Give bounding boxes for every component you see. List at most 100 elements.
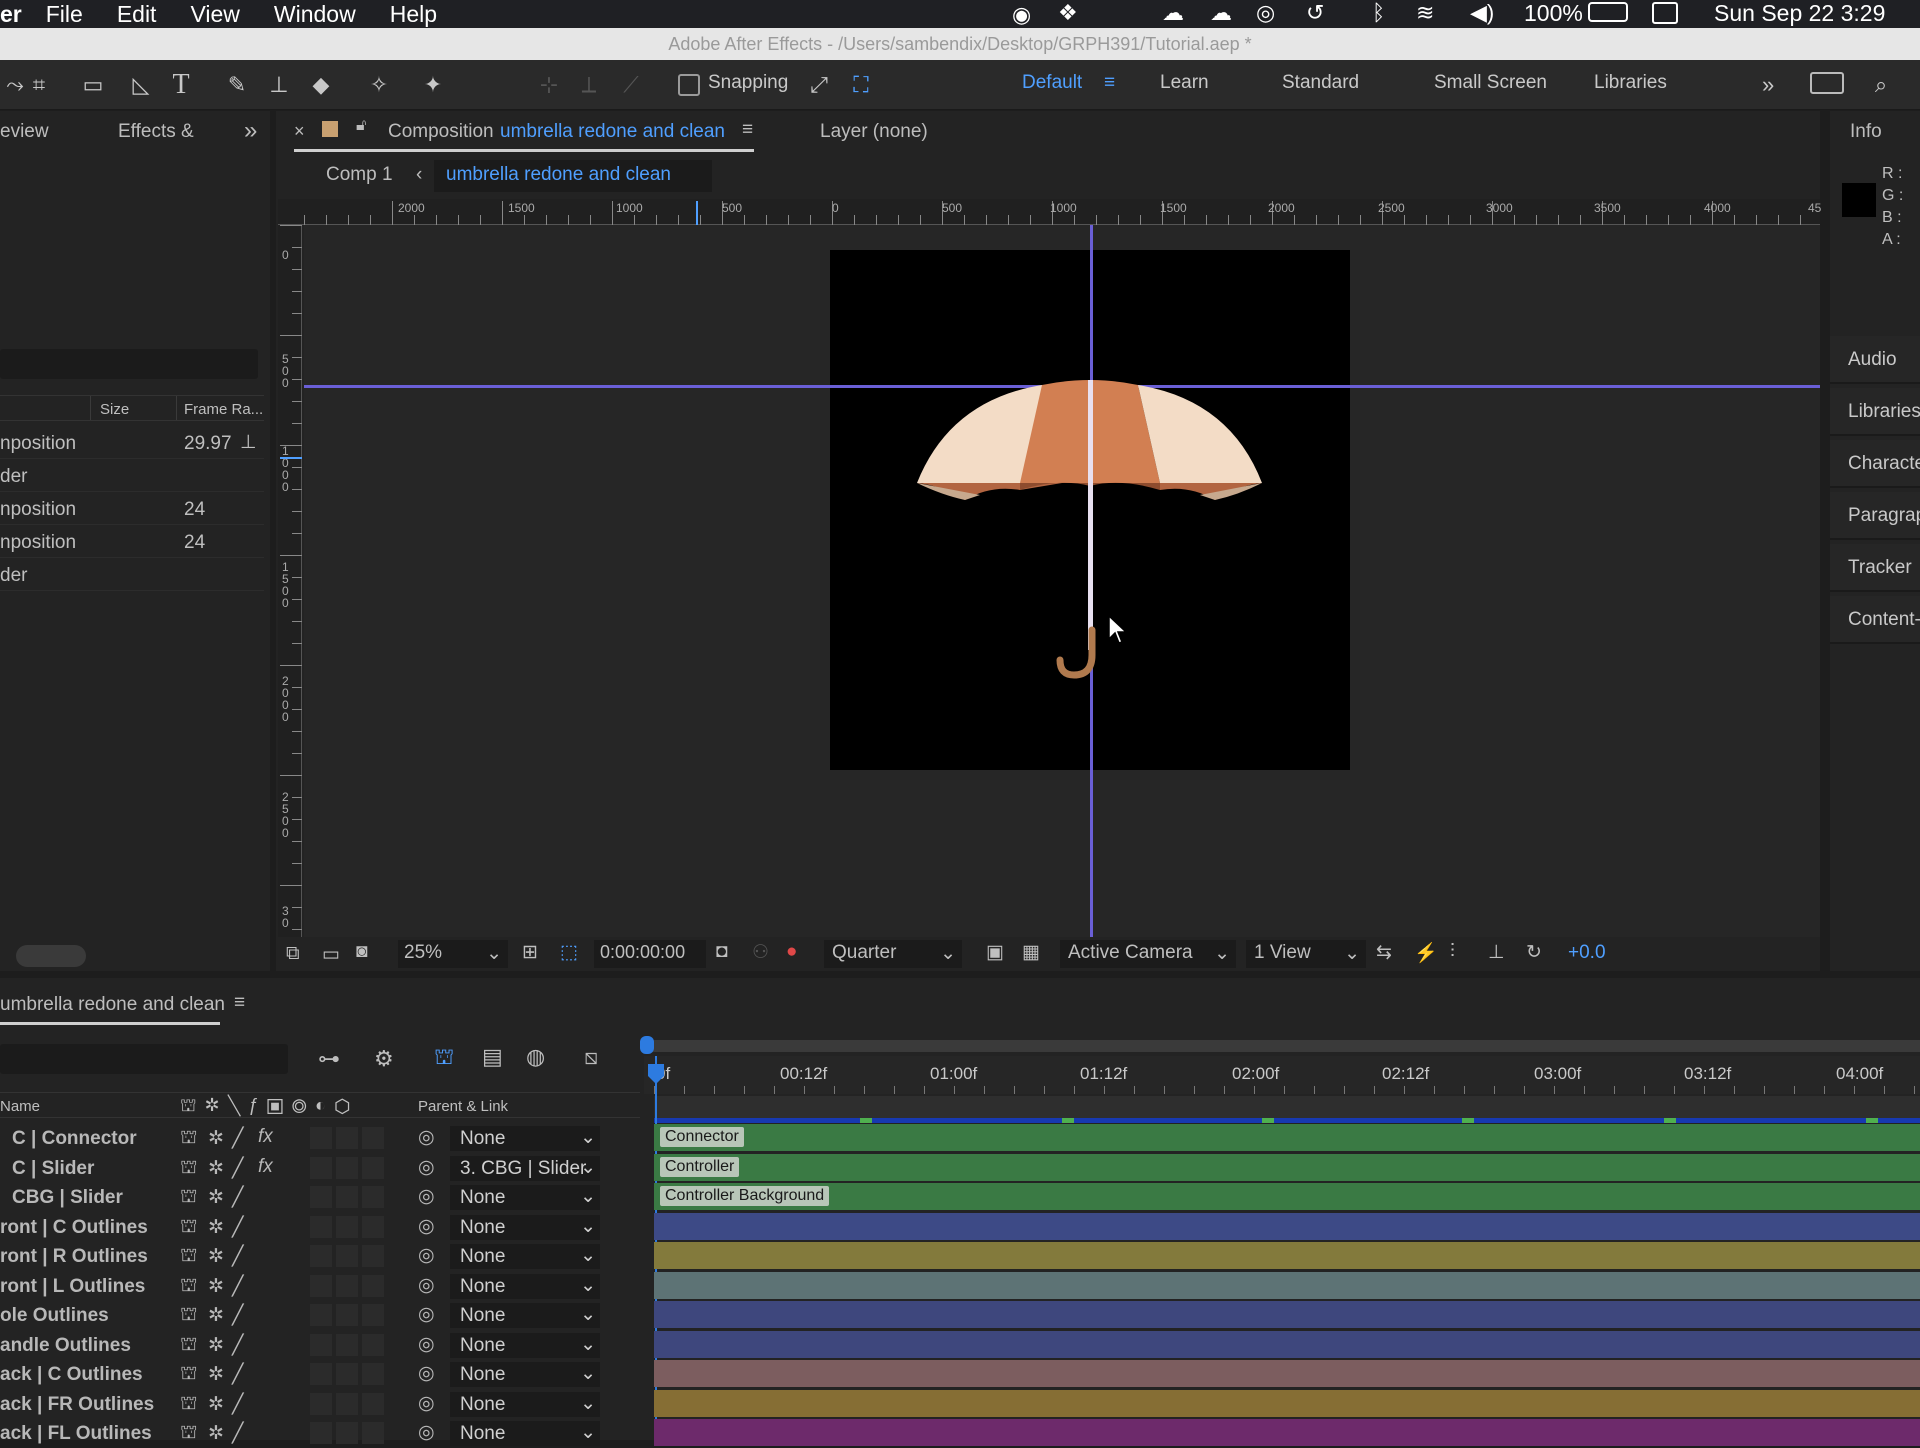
shy-switch-icon[interactable]: ⛫ (180, 1216, 197, 1240)
switch-box[interactable] (362, 1333, 384, 1356)
workspace-overflow-icon[interactable]: » (1762, 72, 1774, 98)
calendar-icon[interactable] (1652, 2, 1678, 24)
col-framerate[interactable]: Frame Ra... (184, 401, 263, 418)
pick-whip-icon[interactable]: ◎ (418, 1126, 435, 1149)
switch-box[interactable] (336, 1392, 358, 1415)
work-area-start[interactable] (640, 1036, 654, 1054)
timeline-icon[interactable]: ⫶ (1450, 941, 1455, 963)
app-menu[interactable]: er (0, 1, 22, 28)
transparency-grid-icon[interactable]: ▦ (1022, 941, 1040, 964)
snap-feather-icon[interactable]: ⤢ (804, 70, 834, 100)
marker[interactable] (860, 1118, 872, 1123)
menu-help[interactable]: Help (390, 1, 437, 28)
quality-switch-icon[interactable]: ╱ (232, 1275, 243, 1298)
project-item[interactable]: der (0, 462, 264, 492)
switch-box[interactable] (310, 1274, 332, 1297)
menu-edit[interactable]: Edit (117, 1, 157, 28)
snapping-checkbox[interactable] (678, 74, 700, 96)
preview-icon[interactable]: ⧉ (286, 943, 300, 965)
dropbox-icon[interactable]: ❖ (1058, 0, 1078, 26)
creative-cloud-icon[interactable]: ☁ (1162, 0, 1184, 26)
switch-box[interactable] (310, 1156, 332, 1179)
layer-row[interactable]: ront | R Outlines ⛫ ✲ ╱ ◎ None ⌄ (0, 1242, 640, 1271)
side-panel-0[interactable]: Audio (1830, 336, 1920, 384)
collapse-switch-icon[interactable]: ✲ (208, 1216, 224, 1239)
parent-select[interactable]: None ⌄ (450, 1185, 600, 1210)
collapse-switch-icon[interactable]: ✲ (208, 1245, 224, 1268)
collapse-switch-icon[interactable]: ✲ (208, 1275, 224, 1298)
switch-box[interactable] (310, 1392, 332, 1415)
layer-bar[interactable] (654, 1419, 1920, 1446)
bluetooth-icon[interactable]: ᛒ (1372, 0, 1385, 26)
shy-switch-icon[interactable]: ⛫ (180, 1393, 197, 1417)
collapse-switch-icon[interactable]: ✲ (208, 1157, 224, 1180)
snapshot-icon[interactable]: ◘ (716, 941, 727, 963)
layer-row[interactable]: C | Connector ⛫ ✲ ╱ fx ◎ None ⌄ (0, 1124, 640, 1153)
switch-box[interactable] (336, 1304, 358, 1326)
col-parent[interactable]: Parent & Link (418, 1098, 508, 1115)
switch-box[interactable] (336, 1274, 358, 1297)
switch-box[interactable] (336, 1422, 358, 1444)
marker[interactable] (1062, 1118, 1074, 1123)
layer-row[interactable]: ole Outlines ⛫ ✲ ╱ ◎ None ⌄ (0, 1301, 640, 1330)
record-icon[interactable]: ◉ (1012, 2, 1031, 28)
parent-select[interactable]: None ⌄ (450, 1332, 600, 1358)
camera-select[interactable]: Active Camera ⌄ (1060, 940, 1236, 968)
switch-box[interactable] (362, 1245, 384, 1267)
switch-box[interactable] (362, 1304, 384, 1326)
time-machine-icon[interactable]: ↺ (1306, 0, 1324, 26)
side-panel-2[interactable]: Characte (1830, 440, 1920, 488)
project-search-field[interactable] (0, 349, 258, 379)
quality-switch-icon[interactable]: ╱ (232, 1186, 243, 1209)
collapse-switch-icon[interactable]: ✲ (208, 1186, 224, 1209)
side-panel-4[interactable]: Tracker (1830, 544, 1920, 592)
toggle-pixel-icon[interactable]: ⇆ (1376, 941, 1392, 964)
switch-box[interactable] (362, 1156, 384, 1179)
views-select[interactable]: 1 View ⌄ (1246, 940, 1366, 968)
axis-icon[interactable]: ⟂ (574, 70, 604, 100)
switch-box[interactable] (310, 1245, 332, 1267)
parent-select[interactable]: None ⌄ (450, 1421, 600, 1446)
switch-box[interactable] (362, 1392, 384, 1415)
layer-bar[interactable] (654, 1271, 1920, 1299)
marker[interactable] (1262, 1118, 1274, 1123)
region-icon[interactable]: ⬚ (560, 941, 578, 964)
eraser-tool-icon[interactable]: ◆ (306, 70, 336, 100)
parent-select[interactable]: None ⌄ (450, 1391, 600, 1417)
quality-switch-icon[interactable]: ╱ (232, 1363, 243, 1386)
text-tool-icon[interactable]: T (166, 70, 196, 100)
switch-box[interactable] (310, 1422, 332, 1444)
rectangle-tool-icon[interactable]: ▭ (78, 70, 108, 100)
layer-bar[interactable] (654, 1330, 1920, 1358)
brush-tool-icon[interactable]: ✎ (222, 70, 252, 100)
comp-viewer[interactable] (304, 225, 1820, 937)
layer-bar[interactable] (654, 1212, 1920, 1240)
pick-whip-icon[interactable]: ◎ (418, 1333, 435, 1356)
switch-box[interactable] (310, 1186, 332, 1208)
battery-icon[interactable] (1588, 2, 1628, 22)
align-icon[interactable]: ⊹ (534, 70, 564, 100)
layer-bar[interactable] (654, 1301, 1920, 1328)
switch-box[interactable] (336, 1215, 358, 1238)
clock[interactable]: Sun Sep 22 3:29 (1714, 0, 1885, 27)
comp-tab-prefix[interactable]: Composition (388, 121, 494, 143)
collapse-switch-icon[interactable]: ✲ (208, 1393, 224, 1416)
close-tab-icon[interactable]: × (294, 121, 305, 142)
motion-blur-icon[interactable]: ◍ (526, 1044, 545, 1070)
comp-menu-icon[interactable]: ≡ (742, 119, 753, 141)
tab-preview[interactable]: eview (0, 121, 49, 143)
switch-box[interactable] (336, 1127, 358, 1149)
side-panel-3[interactable]: Paragrap (1830, 492, 1920, 540)
effects-switch-icon[interactable]: fx (258, 1156, 273, 1178)
layer-row[interactable]: ack | FR Outlines ⛫ ✲ ╱ ◎ None ⌄ (0, 1390, 640, 1419)
work-area-bar[interactable] (654, 1096, 1920, 1120)
time-navigator[interactable] (644, 1040, 1920, 1052)
wifi-icon[interactable]: ≋ (1416, 0, 1434, 26)
quality-switch-icon[interactable]: ╱ (232, 1216, 243, 1239)
shy-switch-icon[interactable]: ⛫ (180, 1245, 197, 1269)
parent-select[interactable]: None ⌄ (450, 1214, 600, 1240)
switch-box[interactable] (362, 1274, 384, 1297)
layer-row[interactable]: ack | FL Outlines ⛫ ✲ ╱ ◎ None ⌄ (0, 1419, 640, 1448)
switch-box[interactable] (310, 1215, 332, 1238)
breadcrumb-current[interactable]: umbrella redone and clean (434, 160, 712, 192)
